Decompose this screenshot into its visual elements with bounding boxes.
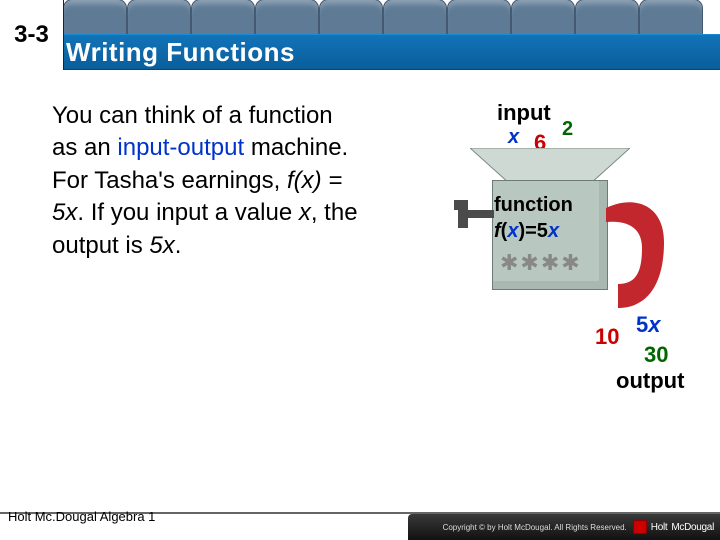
body-text: . — [175, 232, 182, 259]
body-text: . If you input a value — [77, 199, 298, 226]
gears-icon: ✱✱✱✱ — [500, 250, 582, 276]
input-x: x — [508, 126, 519, 148]
bg-tab — [64, 0, 126, 36]
bg-tab — [512, 0, 574, 36]
tab-row — [0, 0, 720, 36]
machine-funnel-icon — [470, 148, 630, 184]
bg-tab — [256, 0, 318, 36]
function-equation-display: f(x)=5x — [494, 220, 559, 243]
brand-holt: Holt — [651, 522, 668, 533]
input-x-line: x — [508, 126, 519, 149]
slide-content: You can think of a function as an input-… — [0, 70, 720, 470]
bg-tab — [192, 0, 254, 36]
output-example-30: 30 — [644, 342, 668, 368]
lesson-title: Writing Functions — [66, 37, 295, 68]
footer-textbook: Holt Mc.Dougal Algebra 1 — [8, 509, 155, 524]
x-variable: x — [299, 199, 311, 226]
bg-tab — [576, 0, 638, 36]
bg-tab — [320, 0, 382, 36]
section-number-tab: 3-3 — [0, 0, 64, 70]
brand-mcdougal: McDougal — [671, 522, 714, 533]
input-example-2: 2 — [562, 118, 573, 141]
function-label: function — [494, 194, 573, 217]
output-5x: 5x — [636, 312, 661, 338]
slide-header: Writing Functions 3-3 — [0, 0, 720, 70]
input-output-term: input-output — [117, 134, 244, 161]
logo-square-icon — [633, 520, 647, 534]
bg-tab — [128, 0, 190, 36]
output-label: output — [616, 368, 684, 394]
publisher-logo: Holt McDougal — [633, 520, 714, 534]
fn-eq5: )=5 — [518, 220, 547, 242]
function-machine: input x 6 2 function f(x)=5x ✱✱✱✱ 10 5x … — [400, 100, 700, 430]
copyright-text: Copyright © by Holt McDougal. All Rights… — [443, 523, 627, 532]
out-x: x — [648, 312, 660, 337]
bg-tab — [640, 0, 702, 36]
five-x-output: 5x — [149, 232, 174, 259]
bg-tab — [448, 0, 510, 36]
body-paragraph: You can think of a function as an input-… — [52, 100, 362, 262]
title-bar: Writing Functions — [0, 34, 720, 70]
slide-footer: Holt Mc.Dougal Algebra 1 Copyright © by … — [0, 496, 720, 540]
machine-crank-right-icon — [606, 200, 668, 310]
footer-brand-bar: Copyright © by Holt McDougal. All Rights… — [408, 514, 720, 540]
fn-f: f — [494, 220, 501, 242]
machine-crank-left-icon — [454, 200, 494, 228]
output-example-10: 10 — [595, 324, 619, 350]
out-5: 5 — [636, 312, 648, 337]
fn-x2: x — [548, 220, 559, 242]
fn-x: x — [507, 220, 518, 242]
input-label: input — [497, 100, 551, 126]
section-number: 3-3 — [14, 21, 49, 49]
bg-tab — [384, 0, 446, 36]
